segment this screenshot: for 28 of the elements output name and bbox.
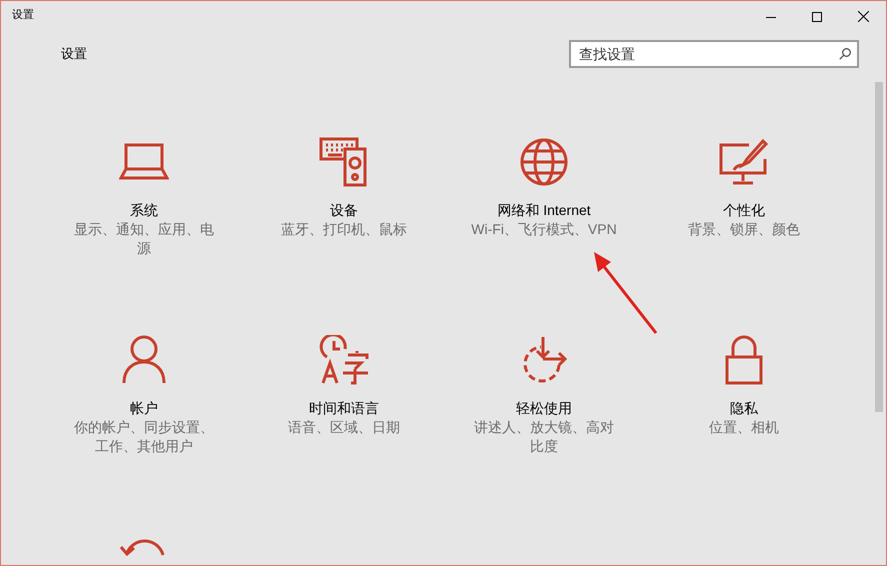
tile-title[interactable]: 时间和语言: [309, 398, 379, 418]
search-icon: [839, 48, 851, 60]
close-icon: [858, 11, 868, 22]
tile-description: 位置、相机: [709, 418, 779, 437]
tile-title[interactable]: 轻松使用: [516, 398, 572, 418]
page-title: 设置: [61, 45, 87, 63]
tile-title[interactable]: 个性化: [723, 200, 765, 220]
maximize-icon: [812, 12, 822, 22]
laptop-icon: [119, 142, 169, 182]
tile-description: 蓝牙、打印机、鼠标: [281, 220, 407, 239]
window-title: 设置: [11, 8, 34, 22]
tile-description: 你的帐户、同步设置、工作、其他用户: [73, 418, 215, 456]
monitor-brush-icon: [719, 137, 769, 187]
keyboard-speaker-icon: [319, 137, 369, 187]
tile-description: Wi-Fi、飞行模式、VPN: [471, 220, 617, 239]
tile-title[interactable]: 隐私: [730, 398, 758, 418]
tile-title[interactable]: 帐户: [130, 398, 158, 418]
globe-icon: [519, 137, 569, 187]
tile-description: 语音、区域、日期: [288, 418, 400, 437]
tile-description: 显示、通知、应用、电源: [73, 220, 215, 258]
tile-description: 背景、锁屏、颜色: [688, 220, 800, 239]
tile-title[interactable]: 设备: [330, 200, 358, 220]
tile-title[interactable]: 网络和 Internet: [497, 200, 591, 220]
search-field[interactable]: 查找设置: [569, 40, 859, 68]
scrollbar-thumb[interactable]: [875, 82, 883, 412]
tile-title[interactable]: 系统: [130, 200, 158, 220]
tile-description: 讲述人、放大镜、高对比度: [473, 418, 615, 456]
clock-language-icon: [319, 335, 369, 385]
